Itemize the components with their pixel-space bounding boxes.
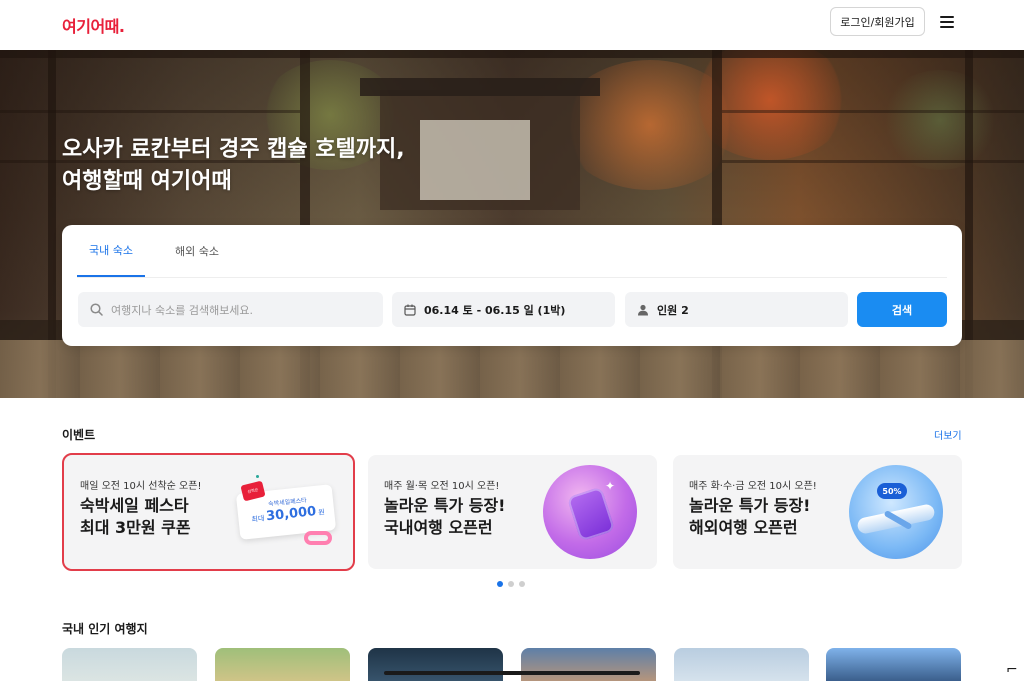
login-signup-button[interactable]: 로그인/회원가입 [830,7,925,36]
destinations-section-title: 국내 인기 여행지 [62,622,148,636]
calendar-icon [404,304,416,316]
flamingo-float-icon [304,531,332,545]
event-card-overseas-openrun[interactable]: 매주 화·수·금 오전 10시 오픈! 놀라운 특가 등장! 해외여행 오픈런 … [673,455,962,569]
guest-count-value: 인원 2 [657,303,689,317]
suitcase-icon [566,486,616,542]
event-card-title-line1: 놀라운 특가 등장! [384,496,506,515]
carousel-dot-2[interactable] [508,581,514,587]
coupon-amount-prefix: 최대 [251,514,265,524]
event-card-title-line2: 최대 3만원 쿠폰 [80,518,191,537]
airplane-illustration: 50% [849,465,943,559]
search-panel: 국내 숙소 해외 숙소 여행지나 숙소를 검색해보세요. 06.14 토 - 0… [62,225,962,346]
destination-card-6[interactable] [826,648,961,681]
event-card-subtitle: 매일 오전 10시 선착순 오픈! [80,481,202,492]
discount-badge: 50% [877,483,907,499]
events-more-link[interactable]: 더보기 [934,427,962,442]
event-card-title-line2: 해외여행 오픈런 [689,518,798,537]
hero-headline: 오사카 료칸부터 경주 캡슐 호텔까지, 여행할때 여기어때 [62,134,405,198]
event-card-title-line1: 숙박세일 페스타 [80,496,189,515]
cursor-icon: ⌐ [1006,662,1018,678]
carousel-dot-3[interactable] [519,581,525,587]
tab-overseas-lodging[interactable]: 해외 숙소 [163,225,231,277]
coupon-amount-unit: 원 [317,508,326,517]
person-icon [637,304,649,316]
event-card-lodging-sale[interactable]: 매일 오전 10시 선착순 오픈! 숙박세일 페스타 최대 3만원 쿠폰 숙박세… [62,453,355,571]
event-card-subtitle: 매주 월·목 오전 10시 오픈! [384,481,500,492]
guest-count-field[interactable]: 인원 2 [625,292,848,327]
tabs-divider [77,277,947,278]
carousel-dot-1[interactable] [497,581,503,587]
event-carousel-dots [497,581,525,587]
event-card-title: 놀라운 특가 등장! 해외여행 오픈런 [689,495,810,539]
hero-headline-line1: 오사카 료칸부터 경주 캡슐 호텔까지, [62,137,405,162]
top-header: 여기어때. 로그인/회원가입 [0,0,1024,50]
event-card-domestic-openrun[interactable]: 매주 월·목 오전 10시 오픈! 놀라운 특가 등장! 국내여행 오픈런 ✦ [368,455,657,569]
destination-card-5[interactable] [674,648,809,681]
suitcase-illustration: ✦ [543,465,637,559]
event-card-title-line1: 놀라운 특가 등장! [689,496,811,515]
events-section-title: 이벤트 [62,428,96,442]
event-card-title: 놀라운 특가 등장! 국내여행 오픈런 [384,495,505,539]
hamburger-menu-icon[interactable] [940,16,954,28]
hero-headline-line2: 여행할때 여기어때 [62,169,232,194]
event-card-subtitle: 매주 화·수·금 오전 10시 오픈! [689,481,817,492]
search-placeholder: 여행지나 숙소를 검색해보세요. [111,303,254,317]
tab-domestic-lodging[interactable]: 국내 숙소 [77,225,145,277]
coupon-illustration: 숙박세일페스타 최대 30,000 원 선착순 [235,473,338,553]
date-range-value: 06.14 토 - 06.15 일 (1박) [424,303,566,317]
search-icon [90,303,103,316]
event-card-title: 숙박세일 페스타 최대 3만원 쿠폰 [80,495,191,539]
brand-logo[interactable]: 여기어때. [62,13,125,37]
lodging-tabs: 국내 숙소 해외 숙소 [77,225,249,277]
search-button[interactable]: 검색 [857,292,947,327]
event-card-title-line2: 국내여행 오픈런 [384,518,493,537]
date-range-field[interactable]: 06.14 토 - 06.15 일 (1박) [392,292,615,327]
destination-card-4[interactable] [521,648,656,681]
sparkle-icon: ✦ [605,479,616,493]
destination-card-2[interactable] [215,648,350,681]
destination-search-input[interactable]: 여행지나 숙소를 검색해보세요. [78,292,383,327]
horizontal-scrollbar[interactable] [384,671,640,675]
destination-card-3[interactable] [368,648,503,681]
destination-card-1[interactable] [62,648,197,681]
